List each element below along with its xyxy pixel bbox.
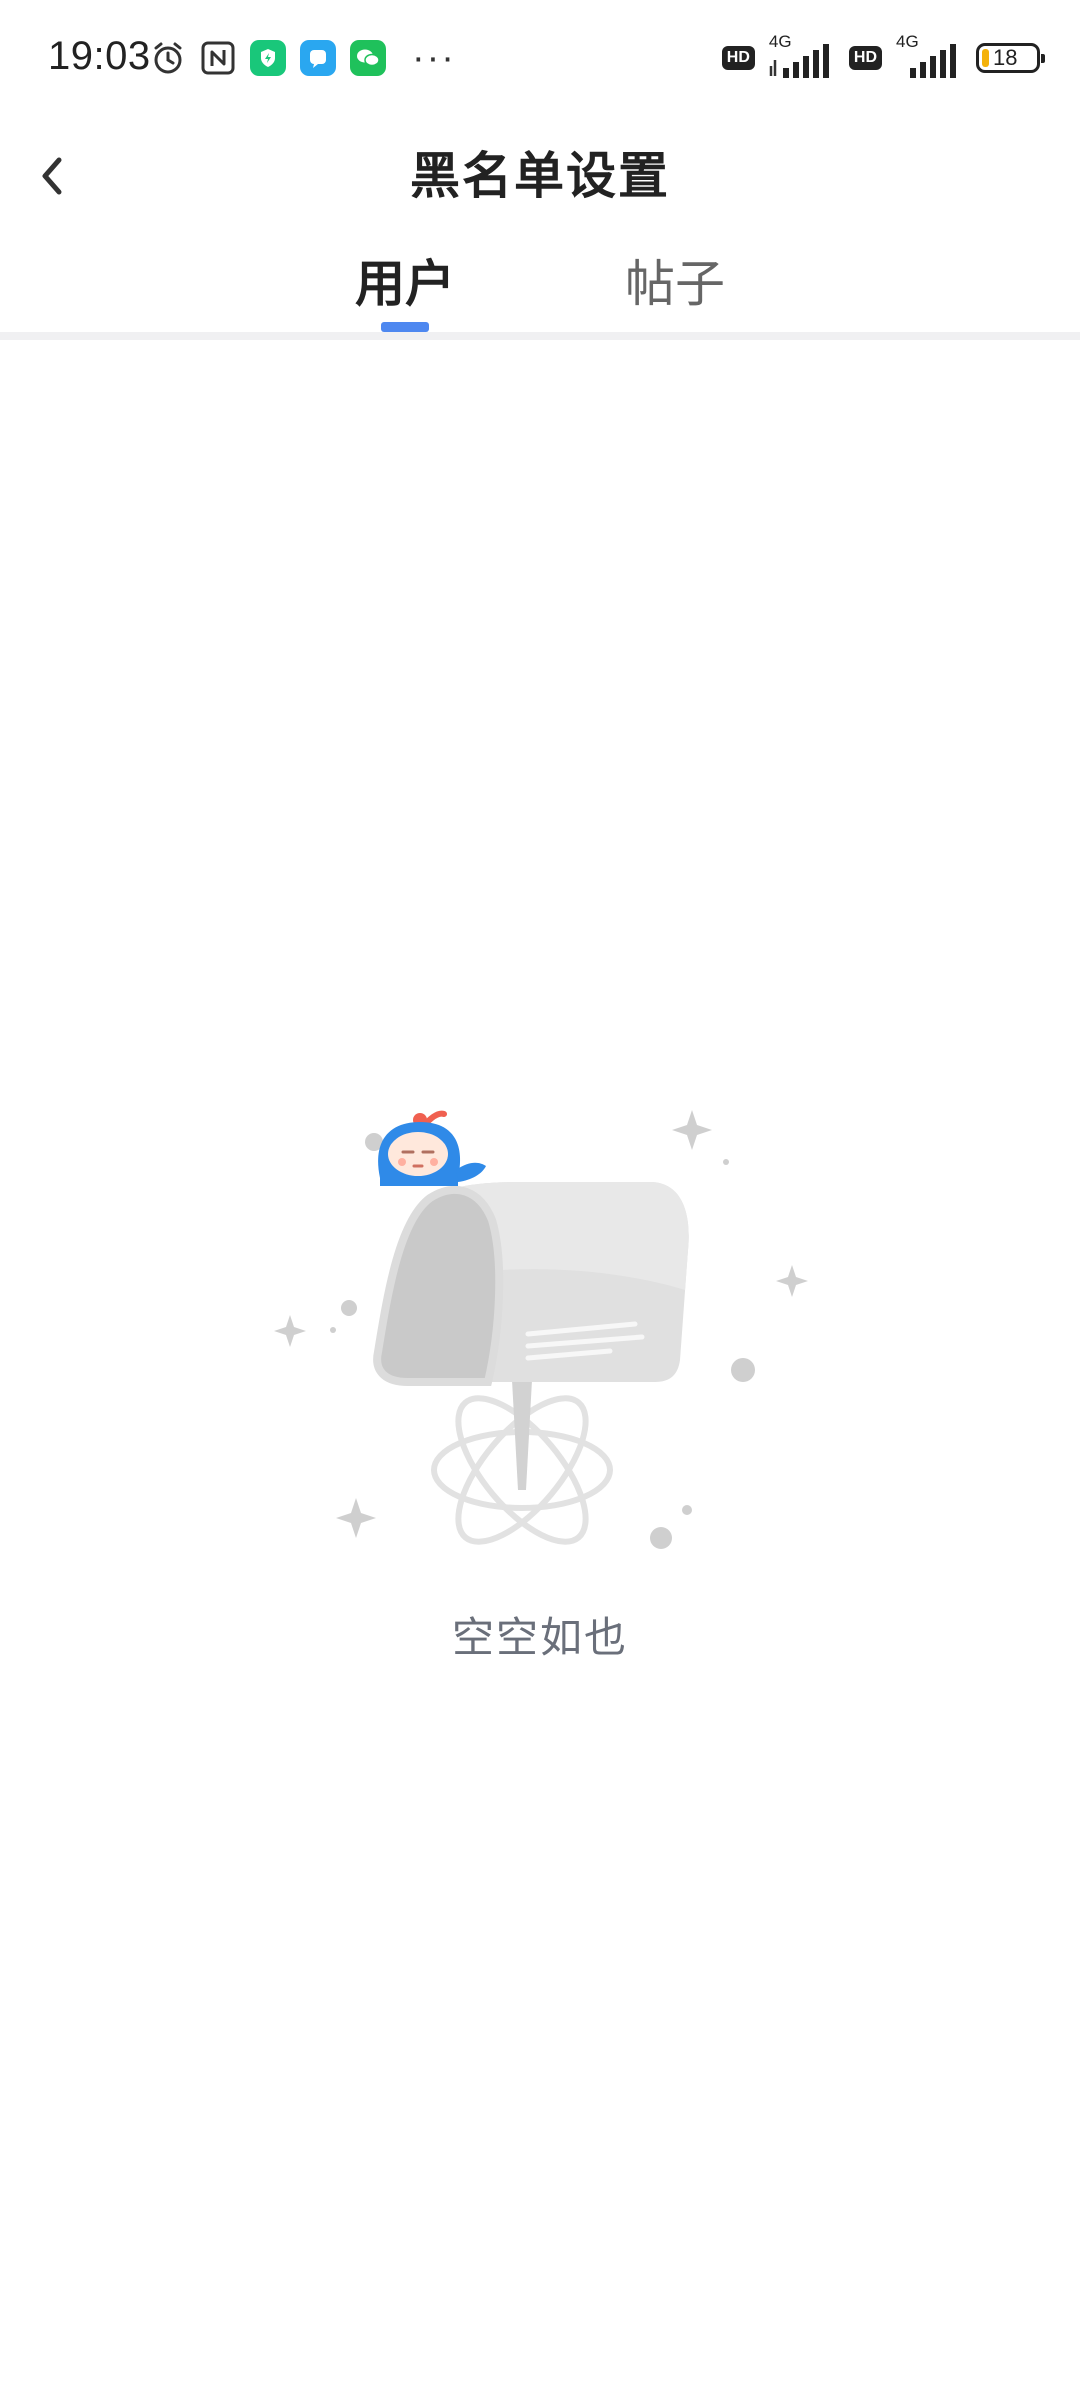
tab-bar: 用户 帖子 xyxy=(0,232,1080,334)
signal-sim2: 4G xyxy=(894,32,964,78)
tab-divider xyxy=(0,332,1080,340)
wechat-icon xyxy=(350,40,386,76)
status-bar: 19:03 ··· HD 4G HD 4G 18 xyxy=(0,0,1080,120)
mascot-character xyxy=(378,1110,486,1186)
nfc-icon xyxy=(201,41,235,75)
tab-posts[interactable]: 帖子 xyxy=(585,244,765,316)
chat-app-icon xyxy=(300,40,336,76)
shield-app-icon xyxy=(250,40,286,76)
mailbox-illustration xyxy=(260,1090,820,1570)
status-notification-icons: ··· xyxy=(150,37,456,79)
active-tab-indicator xyxy=(381,322,429,332)
battery-icon: 18 xyxy=(976,43,1045,73)
empty-state-message: 空空如也 xyxy=(451,1614,628,1661)
alarm-icon xyxy=(154,42,182,74)
status-time: 19:03 xyxy=(48,34,151,78)
app-header: 黑名单设置 xyxy=(0,120,1080,232)
more-notifications-icon: ··· xyxy=(412,37,456,79)
signal-sim1: 4G xyxy=(767,32,837,78)
page-title: 黑名单设置 xyxy=(410,148,670,204)
network-type-sim1: 4G xyxy=(768,32,792,51)
status-system-icons: HD 4G HD 4G 18 xyxy=(721,32,1045,78)
tab-users[interactable]: 用户 xyxy=(315,244,495,316)
hd-badge-sim2: HD xyxy=(848,46,882,70)
battery-fill xyxy=(982,49,989,67)
network-type-sim2: 4G xyxy=(896,32,919,51)
hd-badge-sim1: HD xyxy=(721,46,755,70)
battery-level: 18 xyxy=(993,45,1018,70)
